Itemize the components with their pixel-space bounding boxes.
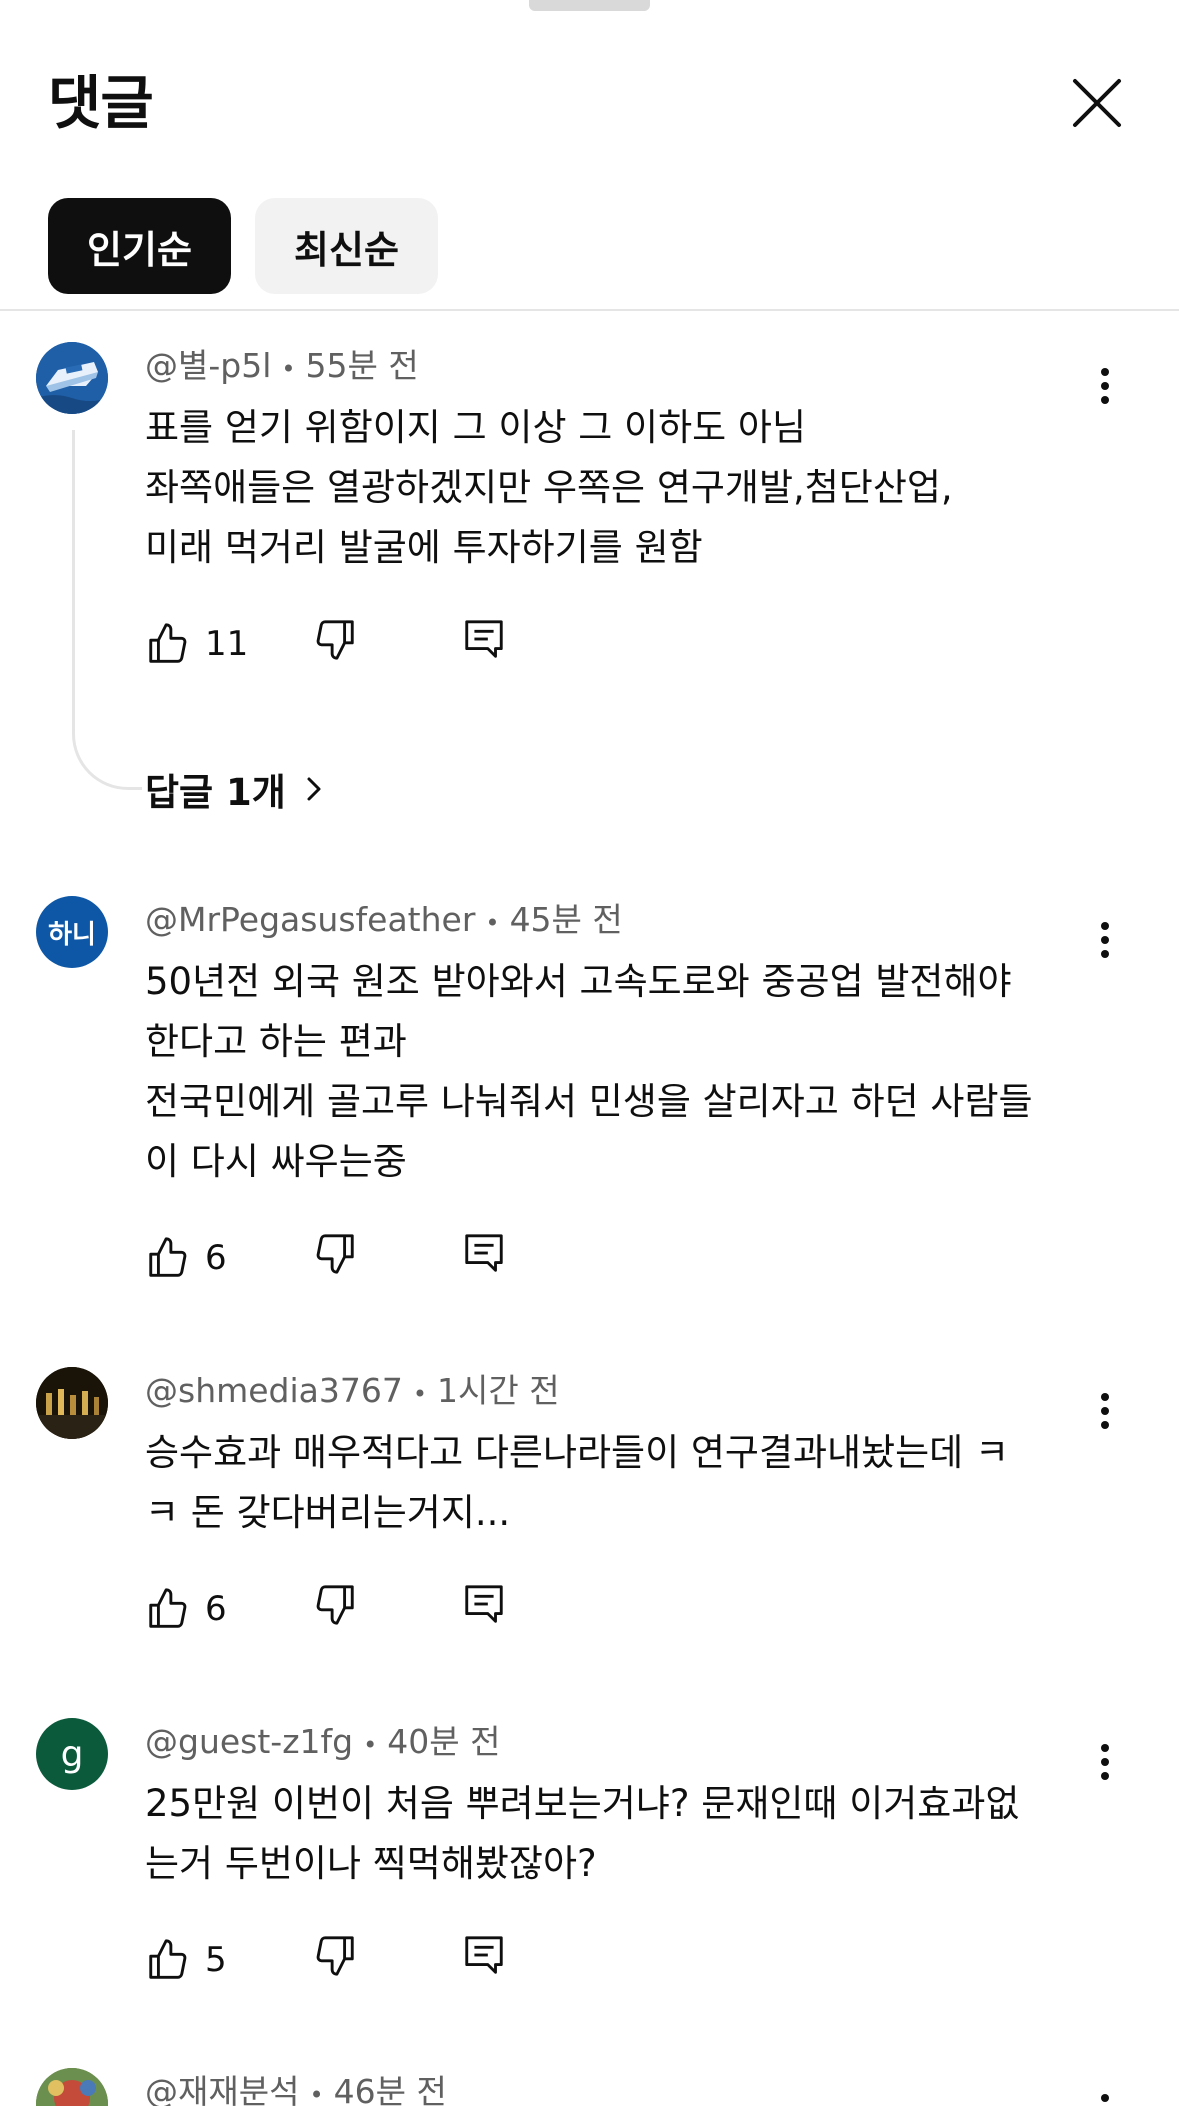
separator-dot: • — [485, 909, 500, 937]
comment-meta: @guest-z1fg • 40분 전 — [145, 1720, 500, 1767]
like-button[interactable]: 11 — [145, 616, 248, 672]
comment-item: g @guest-z1fg • 40분 전 25만원 이번이 처음 뿌려보는거냐? … — [0, 1718, 1179, 2018]
reply-button[interactable] — [461, 1230, 517, 1286]
comment-time: 55분 전 — [305, 346, 419, 385]
like-count: 6 — [205, 1238, 227, 1278]
thumbs-up-icon — [149, 1939, 187, 1979]
separator-dot: • — [281, 355, 296, 383]
comment-item: @shmedia3767 • 1시간 전 승수효과 매우적다고 다른나라들이 연구결… — [0, 1367, 1179, 1667]
avatar-text: g — [60, 1733, 84, 1775]
thumbs-down-icon — [316, 1234, 354, 1274]
comment-icon — [465, 1936, 503, 1974]
comment-text: 25만원 이번이 처음 뿌려보는거냐? 문재인때 이거효과없 는거 두번이나 찍… — [145, 1782, 1020, 1885]
comment-item: @별-p5l • 55분 전 표를 얻기 위함이지 그 이상 그 이하도 아님 좌쪽… — [0, 342, 1179, 814]
comment-meta: @MrPegasusfeather • 45분 전 — [145, 898, 623, 945]
separator-dot: • — [309, 2081, 324, 2106]
dislike-button[interactable] — [312, 1581, 368, 1637]
like-button[interactable]: 5 — [145, 1932, 227, 1988]
thumbs-up-icon — [149, 1237, 187, 1277]
like-count: 6 — [205, 1589, 227, 1629]
thumbs-up-icon — [149, 1588, 187, 1628]
avatar[interactable] — [36, 342, 108, 414]
like-count: 5 — [205, 1940, 227, 1980]
comment-text: 표를 얻기 위함이지 그 이상 그 이하도 아님 좌쪽애들은 열광하겠지만 우쪽… — [145, 406, 953, 569]
separator-dot: • — [363, 1731, 378, 1759]
comment-time: 1시간 전 — [437, 1371, 560, 1410]
comment-actions: 6 — [145, 1230, 645, 1286]
comment-actions: 5 — [145, 1932, 645, 1988]
avatar[interactable] — [36, 1367, 108, 1439]
comment-meta: @재재분석 • 46분 전 — [145, 2070, 447, 2106]
close-icon — [1073, 79, 1121, 127]
night-scene-avatar-image — [36, 1367, 108, 1439]
like-button[interactable]: 6 — [145, 1230, 227, 1286]
cartoon-avatar-image — [36, 2068, 108, 2106]
reply-thread-line — [72, 430, 142, 790]
comment-author[interactable]: @별-p5l — [145, 346, 271, 385]
like-button[interactable]: 6 — [145, 1581, 227, 1637]
comment-actions: 6 — [145, 1581, 645, 1637]
like-count: 11 — [205, 624, 249, 664]
sort-newest-chip[interactable]: 최신순 — [255, 198, 438, 294]
comment-meta: @shmedia3767 • 1시간 전 — [145, 1369, 560, 1416]
thumbs-down-icon — [316, 1936, 354, 1976]
sort-chips: 인기순 최신순 — [0, 198, 1179, 294]
chevron-right-icon — [307, 777, 321, 801]
thumbs-down-icon — [316, 620, 354, 660]
more-vertical-icon — [1101, 2094, 1109, 2102]
comment-time: 45분 전 — [509, 900, 623, 939]
comment-text: 50년전 외국 원조 받아와서 고속도로와 중공업 발전해야 한다고 하는 편과… — [145, 960, 1033, 1183]
more-options-button[interactable] — [1090, 2082, 1120, 2106]
dislike-button[interactable] — [312, 1230, 368, 1286]
comment-author[interactable]: @shmedia3767 — [145, 1371, 403, 1410]
avatar-text: 하니 — [48, 919, 96, 950]
comment-icon — [465, 1585, 503, 1623]
avatar[interactable]: g — [36, 1718, 108, 1790]
comments-header: 댓글 — [0, 0, 1179, 160]
comment-icon — [465, 620, 503, 658]
page-title: 댓글 — [48, 69, 154, 137]
comment-item: 하니 @MrPegasusfeather • 45분 전 50년전 외국 원조 받아… — [0, 896, 1179, 1316]
separator-dot: • — [412, 1380, 428, 1408]
dislike-button[interactable] — [312, 1932, 368, 1988]
boat-avatar-image — [36, 342, 108, 414]
reply-button[interactable] — [461, 1581, 517, 1637]
divider — [0, 309, 1179, 311]
dislike-button[interactable] — [312, 616, 368, 672]
comment-author[interactable]: @guest-z1fg — [145, 1722, 353, 1761]
thumbs-up-icon — [149, 623, 187, 663]
reply-button[interactable] — [461, 1932, 517, 1988]
view-replies-button[interactable]: 답글 1개 — [145, 762, 334, 816]
avatar[interactable]: 하니 — [36, 896, 108, 968]
comment-author[interactable]: @재재분석 — [145, 2072, 299, 2106]
thumbs-down-icon — [316, 1585, 354, 1625]
close-button[interactable] — [1062, 68, 1132, 138]
comment-actions: 11 — [145, 616, 645, 672]
comment-icon — [465, 1234, 503, 1272]
comment-meta: @별-p5l • 55분 전 — [145, 344, 419, 391]
comment-item: @재재분석 • 46분 전 — [0, 2068, 1179, 2106]
comment-time: 40분 전 — [387, 1722, 501, 1761]
comment-time: 46분 전 — [333, 2072, 447, 2106]
replies-label: 답글 1개 — [145, 771, 286, 814]
comment-text: 승수효과 매우적다고 다른나라들이 연구결과내놨는데 ㅋ ㅋ 돈 갖다버리는거지… — [145, 1431, 1010, 1534]
avatar[interactable] — [36, 2068, 108, 2106]
sort-popular-chip[interactable]: 인기순 — [48, 198, 231, 294]
reply-button[interactable] — [461, 616, 517, 672]
comment-author[interactable]: @MrPegasusfeather — [145, 900, 475, 939]
